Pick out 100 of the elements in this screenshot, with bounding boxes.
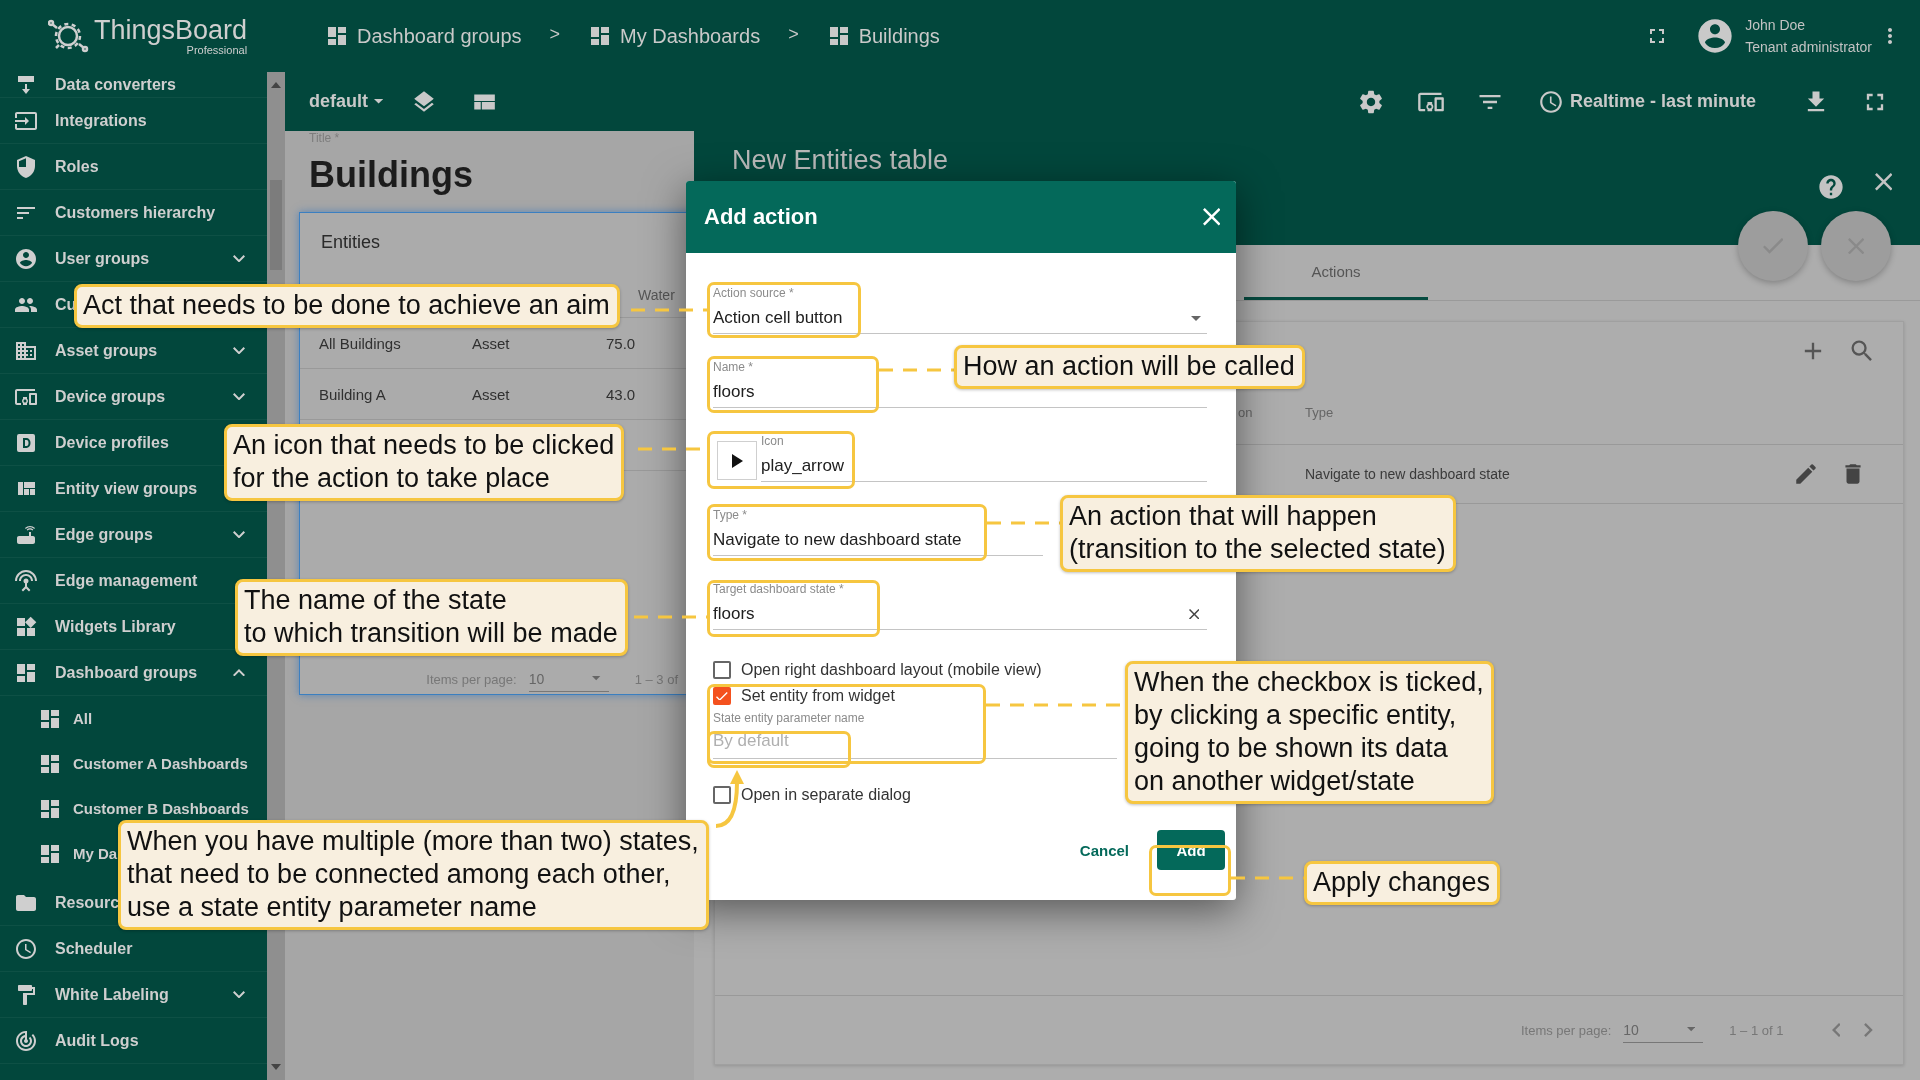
logo-subtitle: Professional [186,44,248,56]
user-role: Tenant administrator [1745,38,1872,57]
input-field[interactable]: Type * Navigate to new dashboard state [713,508,1043,556]
timewindow-button[interactable]: Realtime - last minute [1537,88,1756,115]
chevron-down-icon [233,990,245,999]
parameter-field[interactable]: State entity parameter name By default [713,711,1117,759]
antenna-icon [14,568,38,593]
close-button[interactable] [1202,208,1220,226]
chevron-up-icon [233,668,245,677]
checkbox-label: Open right dashboard layout (mobile view) [741,661,1042,679]
expand-toggle[interactable] [233,392,245,401]
sidebar-item[interactable]: Widgets Library [55,617,176,636]
sidebar-item[interactable]: Integrations [55,111,147,130]
checkbox[interactable] [713,661,731,679]
clock-icon [14,936,38,961]
sidebar-item[interactable]: Dashboard groups [55,663,198,682]
expand-toggle[interactable] [233,990,245,999]
sidebar-item[interactable]: Audit Logs [55,1031,139,1050]
more-icon [1888,28,1892,44]
cancel-button[interactable] [1821,211,1891,281]
expand-toggle[interactable] [233,254,245,263]
expand-toggle[interactable] [233,668,245,677]
sidebar-item[interactable]: Roles [55,157,99,176]
dialog-title: Add action [704,204,818,230]
close-icon [1874,173,1892,191]
sidebar-item[interactable]: White Labeling [55,985,169,1004]
caret-icon [592,676,601,681]
scroll-up-icon[interactable] [270,80,282,90]
callout: When you have multiple (more than two) states, that need to be connected among each other, use a state entity parameter name [118,820,709,930]
user-name: John Doe [1745,16,1807,35]
edit-icon [1793,461,1819,487]
logo-icon [48,18,90,54]
breadcrumb-separator: > [549,23,561,45]
help-icon [1817,173,1845,201]
expand-toggle[interactable] [233,346,245,355]
icon-field[interactable]: Icon play_arrow [761,434,1207,482]
chevron-left-icon [1831,1023,1841,1037]
checkbox-label: Open in separate dialog [741,786,911,804]
table-cell-text: Asset [472,334,511,352]
callout: An icon that needs to be clicked for the action to take place [224,424,625,501]
play-button[interactable] [717,441,757,480]
callout: How an action will be called [954,345,1305,389]
dashboard-title: Buildings [309,153,474,197]
more-button[interactable] [1888,28,1892,44]
cancel-button[interactable]: Cancel [1071,831,1137,869]
widget-title: Entities [321,231,382,253]
widgets-icon [14,614,38,639]
sidebar-subitem[interactable]: All [73,710,93,727]
chevron-down-icon [233,346,245,355]
chevron-down-icon [233,392,245,401]
apply-button[interactable] [1738,211,1808,281]
breadcrumb[interactable]: Buildings [826,24,940,48]
shield-icon [14,154,38,179]
panel-title: New Entities table [732,145,949,176]
select-field[interactable]: Action source * Action cell button [713,286,1207,334]
scroll-down-icon[interactable] [270,1062,282,1072]
sidebar-item[interactable]: Scheduler [55,939,133,958]
user-icon [14,246,38,271]
table-cell-text: Navigate to new dashboard state [1305,466,1511,482]
sidebar-item[interactable]: User groups [55,249,150,268]
input-field[interactable]: Target dashboard state * floors [713,582,1207,630]
close-icon [1202,208,1220,226]
sidebar-item[interactable]: Data converters [55,75,176,94]
breadcrumb[interactable]: My Dashboards [588,24,761,48]
checkbox-label: Set entity from widget [741,687,895,705]
callout: An action that will happen (transition to the selected state) [1060,495,1456,572]
sidebar-item[interactable]: Device groups [55,387,166,406]
sidebar-item[interactable]: Edge groups [55,525,153,544]
breadcrumb[interactable]: Dashboard groups [325,24,522,48]
clear-icon [1188,608,1199,620]
play-icon [731,453,743,468]
checkbox[interactable] [713,786,731,804]
logo-text: ThingsBoard [94,16,248,44]
sidebar-item[interactable]: Edge management [55,571,198,590]
sidebar-item[interactable]: Device profiles [55,433,169,452]
chevron-down-icon [233,254,245,263]
table-cell-text: All Buildings [319,334,402,352]
callout: The name of the state to which transition will be made [235,579,628,656]
caret-icon [1686,1027,1696,1032]
table-cell-text: 43.0 [606,385,637,403]
table-cell-text: 75.0 [606,334,637,352]
sidebar-item[interactable]: Entity view groups [55,479,198,498]
clock-icon [1537,88,1564,115]
sidebar-item[interactable]: Customers hierarchy [55,203,216,222]
caret-icon [374,99,384,104]
sidebar-item[interactable]: Asset groups [55,341,158,360]
callout: Apply changes [1304,861,1501,905]
sidebar-subitem[interactable]: Customer B Dashboards [73,800,249,817]
help-button[interactable] [1817,173,1845,201]
state-dropdown[interactable]: default [309,91,384,112]
expand-toggle[interactable] [233,530,245,539]
dashboard-icon [325,24,349,48]
edit-button[interactable] [1793,461,1819,487]
close-button[interactable] [1874,173,1892,191]
sidebar-item[interactable]: Resourc [55,893,120,912]
sidebar-subitem[interactable]: Customer A Dashboards [73,755,248,772]
sidebar-subitem[interactable]: My Da [73,845,118,862]
table-cell-text: Asset [472,385,511,403]
checkmark-icon [716,691,728,701]
checkbox[interactable] [713,687,731,705]
